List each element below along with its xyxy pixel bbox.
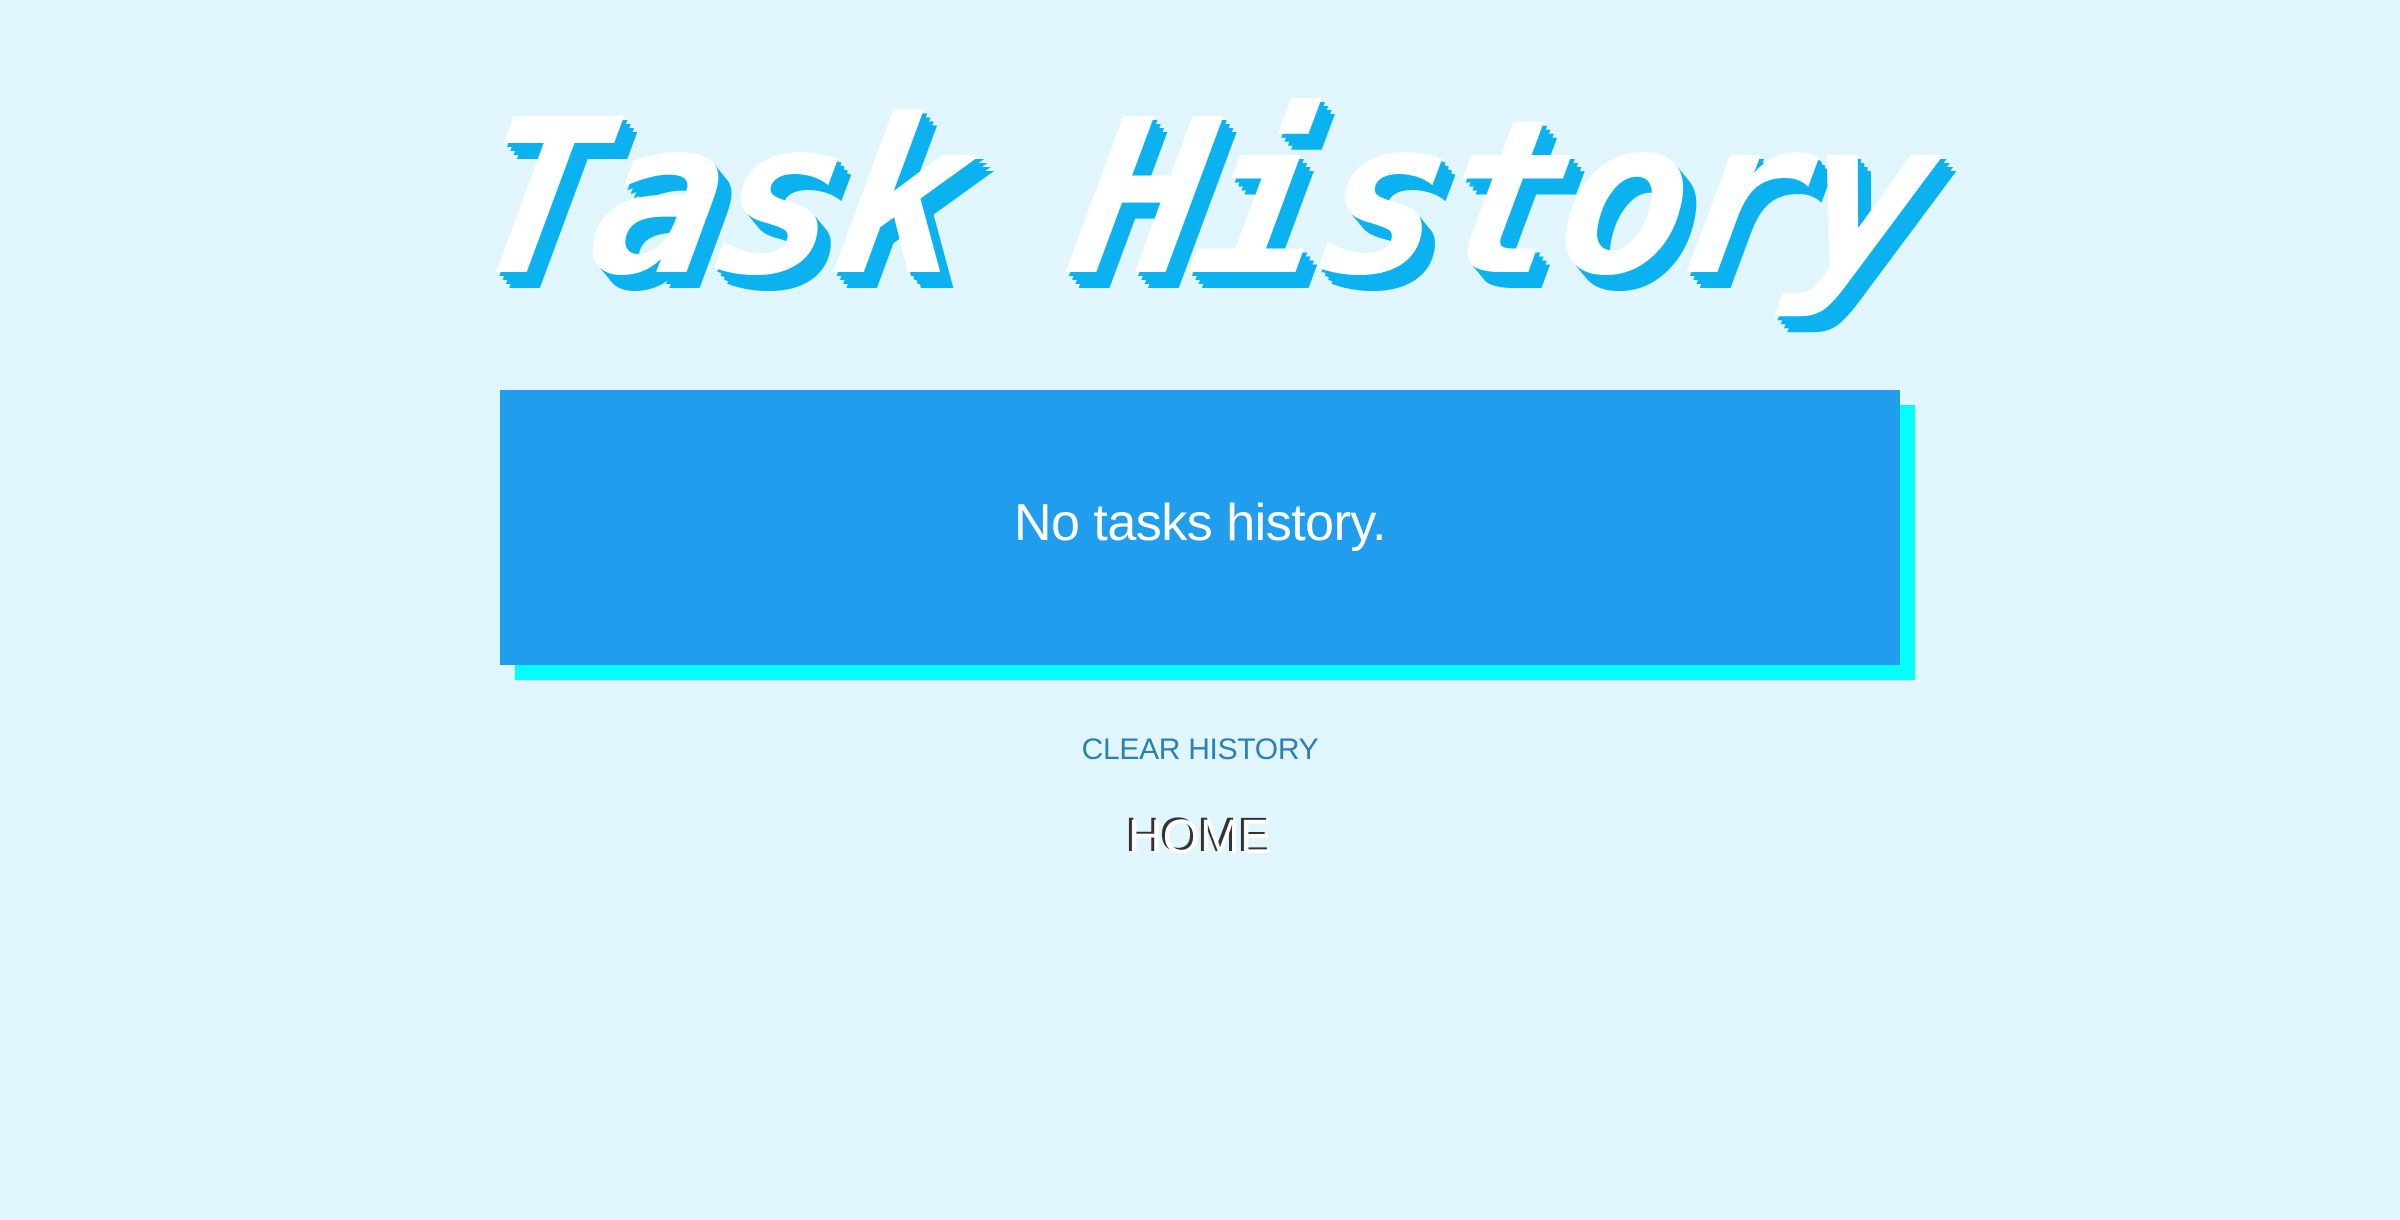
- history-panel: No tasks history.: [500, 390, 1915, 680]
- home-link-row: HOME: [0, 810, 2400, 865]
- page-title: Task History: [453, 74, 1948, 323]
- page-header: Task History: [0, 74, 2400, 323]
- clear-history-button[interactable]: CLEAR HISTORY: [1082, 733, 1319, 766]
- empty-history-message: No tasks history.: [1014, 493, 1386, 552]
- task-history-page: Task History No tasks history. CLEAR HIS…: [0, 0, 2400, 1220]
- home-link[interactable]: HOME: [1128, 810, 1272, 865]
- clear-history-row: CLEAR HISTORY: [0, 733, 2400, 767]
- history-card: No tasks history.: [500, 390, 1900, 665]
